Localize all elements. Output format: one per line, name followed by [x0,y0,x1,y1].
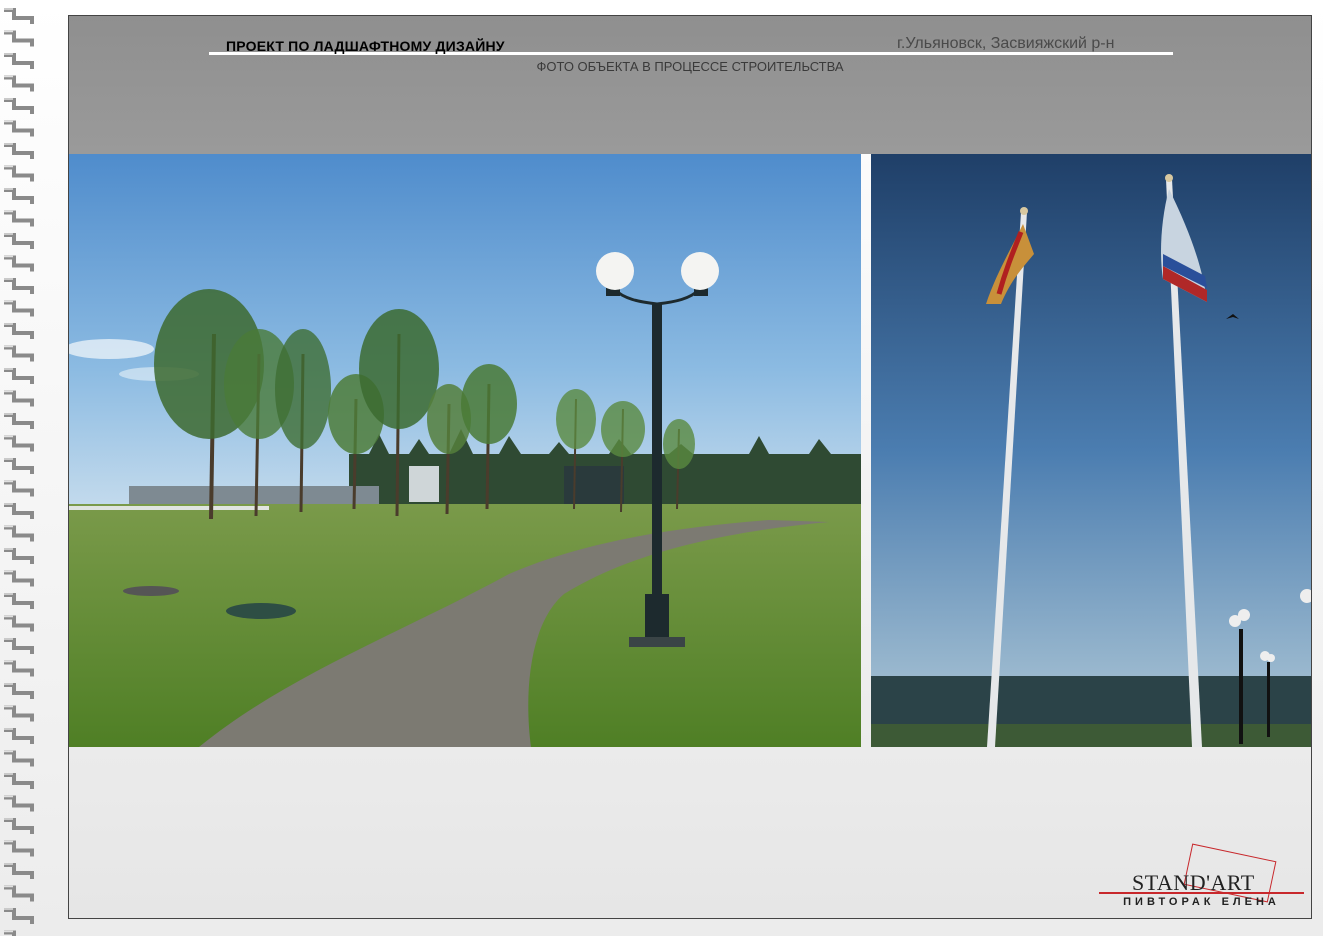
binding-ring [4,570,34,587]
binding-ring [4,728,34,744]
binding-ring [4,323,34,339]
binding-ring [4,30,34,47]
binding-ring [4,210,34,227]
pole-finial [1020,207,1028,215]
binding-ring [4,480,34,497]
binding-ring [4,413,34,429]
binding-ring [4,593,34,609]
pole-finial [1165,174,1173,182]
logo-author: ПИВТОРАК ЕЛЕНА [1123,896,1280,908]
binding-ring [4,255,34,272]
project-title: ПРОЕКТ ПО ЛАДШАФТНОМУ ДИЗАЙНУ [226,38,505,54]
logo-rule [1099,892,1304,894]
page-subtitle: ФОТО ОБЪЕКТА В ПРОЦЕССЕ СТРОИТЕЛЬСТВА [536,59,844,74]
presentation-page: ПРОЕКТ ПО ЛАДШАФТНОМУ ДИЗАЙНУ г.Ульяновс… [68,15,1312,919]
binding-ring [4,503,34,519]
binding-ring [4,548,34,564]
curb [69,506,269,510]
binding-ring [4,773,34,789]
binding-ring [4,885,34,902]
binding-ring [4,930,16,936]
binding-ring [4,435,34,452]
binding-ring [4,615,34,632]
building [564,466,624,506]
sky [871,154,1311,747]
binding-ring [4,75,34,92]
binding-ring [4,863,34,879]
binding-ring [4,795,34,812]
binding-ring [4,120,34,137]
binding-ring [4,818,34,834]
binding-ring [4,390,34,407]
binding-ring [4,53,34,69]
binding-ring [4,278,34,294]
photo-park-path [69,154,861,747]
binding-ring [4,525,34,542]
binding-ring [4,345,34,362]
company-logo: STAND'ART ПИВТОРАК ЕЛЕНА [1099,843,1304,912]
manhole [226,603,296,619]
binding-ring [4,188,34,204]
spiral-binding [4,8,34,936]
binding-ring [4,750,34,767]
binding-ring [4,300,34,317]
binding-ring [4,368,34,384]
binding-ring [4,165,34,182]
binding-ring [4,683,34,699]
distant-buildings [871,676,1311,726]
binding-ring [4,98,34,114]
binding-ring [4,233,34,249]
binding-ring [4,908,34,924]
project-location: г.Ульяновск, Засвияжский р-н [897,35,1115,52]
building [409,466,439,502]
manhole [123,586,179,596]
fence [129,486,379,504]
binding-ring [4,638,34,654]
header-band: ПРОЕКТ ПО ЛАДШАФТНОМУ ДИЗАЙНУ г.Ульяновс… [69,16,1311,154]
binding-ring [4,840,34,857]
photo-flagpoles [871,154,1311,747]
binding-ring [4,660,34,677]
binding-ring [4,143,34,159]
binding-ring [4,705,34,722]
binding-ring [4,458,34,474]
binding-ring [4,8,34,24]
ground [871,724,1311,747]
